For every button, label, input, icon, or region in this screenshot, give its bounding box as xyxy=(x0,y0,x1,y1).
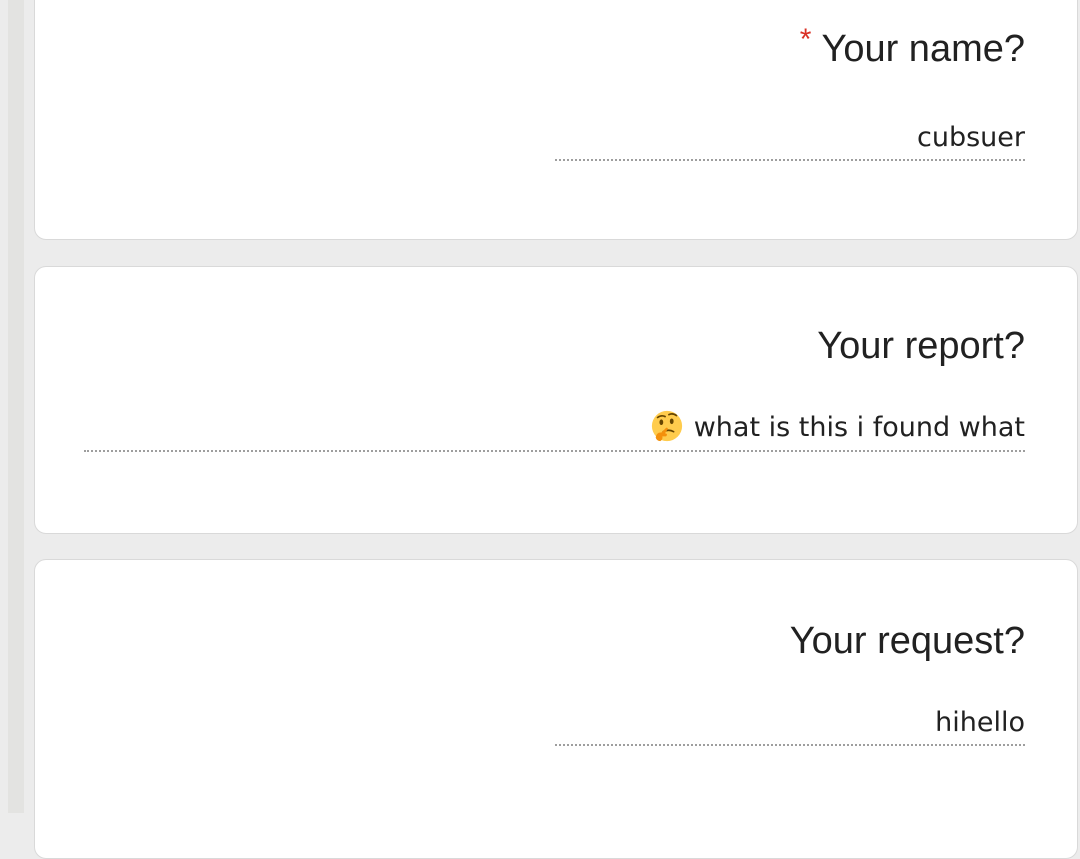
question-label: Your name? xyxy=(821,28,1025,70)
question-title-request: Your request? xyxy=(789,620,1025,662)
report-answer-field[interactable]: what is this i found what xyxy=(84,410,1025,452)
page-scrollbar-track[interactable] xyxy=(8,0,24,813)
name-answer-value: cubsuer xyxy=(917,122,1025,153)
question-card-name: * Your name? cubsuer xyxy=(34,0,1078,240)
question-card-request: Your request? hihello xyxy=(34,559,1078,859)
name-answer-field[interactable]: cubsuer xyxy=(555,121,1025,161)
question-card-report: Your report? what is this i found what xyxy=(34,266,1078,534)
request-answer-field[interactable]: hihello xyxy=(555,706,1025,746)
report-answer-value: what is this i found what xyxy=(693,412,1025,443)
required-asterisk: * xyxy=(799,23,812,56)
request-answer-value: hihello xyxy=(935,707,1025,738)
question-title-name: * Your name? xyxy=(800,23,1025,71)
thinking-face-icon xyxy=(651,410,682,441)
question-title-report: Your report? xyxy=(817,325,1025,367)
